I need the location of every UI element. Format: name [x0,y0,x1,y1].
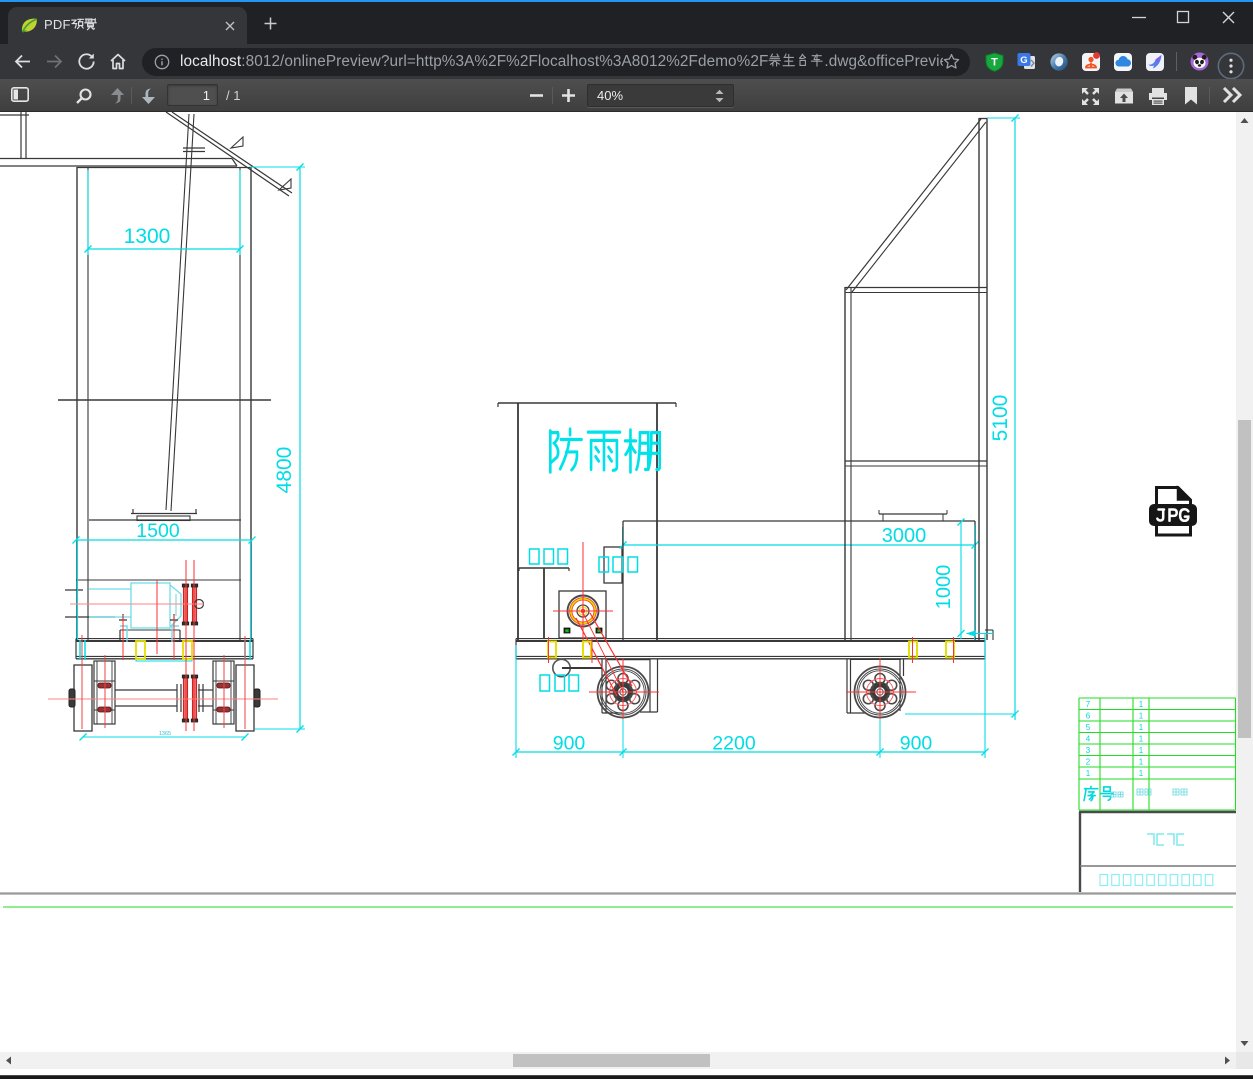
svg-text:1: 1 [1139,711,1144,720]
svg-text:5: 5 [1086,723,1091,732]
svg-text:2: 2 [1086,757,1091,766]
svg-text:1300: 1300 [124,225,171,248]
svg-text:1: 1 [1139,734,1144,743]
svg-text:4800: 4800 [273,447,296,494]
svg-text:1: 1 [1139,769,1144,778]
svg-text:5100: 5100 [989,395,1012,442]
svg-text:2200: 2200 [712,733,756,755]
svg-text:3: 3 [1086,746,1091,755]
svg-text:6: 6 [1086,711,1091,720]
svg-text:1500: 1500 [136,520,180,542]
svg-text:G: G [1020,55,1027,66]
svg-text:1000: 1000 [933,565,955,610]
svg-text:3000: 3000 [882,525,927,547]
svg-text:900: 900 [553,733,586,755]
svg-text:1: 1 [1139,757,1144,766]
svg-text:900: 900 [900,733,933,755]
svg-text:1: 1 [1139,723,1144,732]
svg-text:1365: 1365 [159,731,171,737]
svg-text:7: 7 [1086,700,1091,709]
svg-text:1: 1 [1139,700,1144,709]
svg-text:4: 4 [1086,734,1091,743]
svg-text:1: 1 [1139,746,1144,755]
svg-text:T: T [991,57,998,69]
svg-text:1: 1 [1086,769,1091,778]
